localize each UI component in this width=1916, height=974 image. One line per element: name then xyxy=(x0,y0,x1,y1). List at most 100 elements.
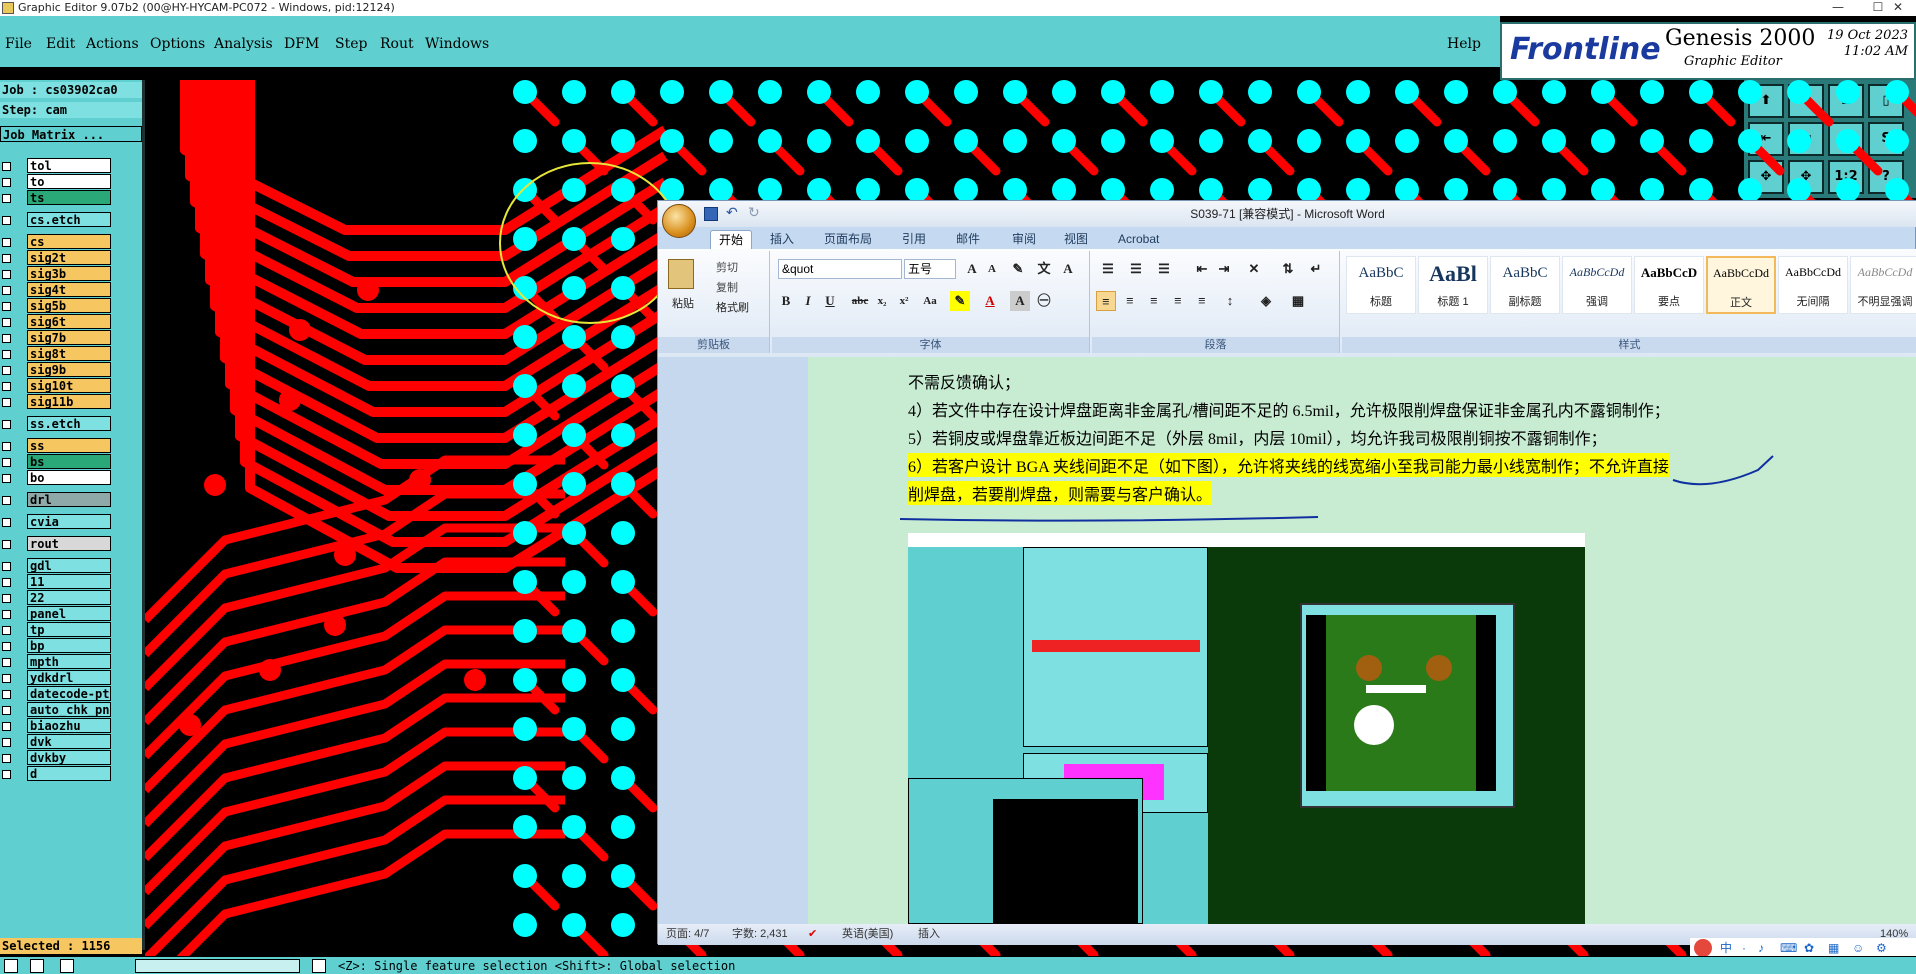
layer-row[interactable]: ss.etch xyxy=(0,416,144,432)
layer-row[interactable]: sig11b xyxy=(0,394,144,410)
layer-checkbox[interactable] xyxy=(2,194,11,203)
layer-name[interactable]: sig10t xyxy=(27,378,111,393)
status-checkbox[interactable] xyxy=(4,959,18,973)
layer-name[interactable]: sig4t xyxy=(27,282,111,297)
layer-name[interactable]: sig11b xyxy=(27,394,111,409)
job-matrix-button[interactable]: Job Matrix ... xyxy=(0,126,142,142)
style-no-spacing[interactable]: AaBbCcDd 无间隔 xyxy=(1778,256,1848,314)
layer-checkbox[interactable] xyxy=(2,770,11,779)
layer-row[interactable]: sig5b xyxy=(0,298,144,314)
layer-name[interactable]: datecode-pte xyxy=(27,686,111,701)
layer-name[interactable]: cs xyxy=(27,234,111,249)
settings-icon[interactable]: ⚙ xyxy=(1876,938,1887,958)
tab-references[interactable]: 引用 xyxy=(894,230,934,249)
line-spacing-button[interactable]: ↕ xyxy=(1220,291,1240,311)
menu-help[interactable]: Help xyxy=(1447,36,1481,52)
layer-row[interactable]: 22 xyxy=(0,590,144,606)
layer-checkbox[interactable] xyxy=(2,458,11,467)
layer-checkbox[interactable] xyxy=(2,302,11,311)
close-button[interactable]: ✕ xyxy=(1878,0,1916,16)
layer-name[interactable]: tp xyxy=(27,622,111,637)
copy-button[interactable]: 复制 xyxy=(716,279,738,295)
layer-checkbox[interactable] xyxy=(2,366,11,375)
layer-checkbox[interactable] xyxy=(2,286,11,295)
layer-row[interactable]: panel xyxy=(0,606,144,622)
layer-row[interactable]: bs xyxy=(0,454,144,470)
status-checkbox[interactable] xyxy=(312,959,326,973)
layer-checkbox[interactable] xyxy=(2,610,11,619)
style-strong[interactable]: AaBbCcD 要点 xyxy=(1634,256,1704,314)
format-painter-button[interactable]: 格式刷 xyxy=(716,299,749,315)
layer-row[interactable]: sig10t xyxy=(0,378,144,394)
menu-edit[interactable]: Edit xyxy=(46,36,75,52)
layer-name[interactable]: sig3b xyxy=(27,266,111,281)
underline-button[interactable]: U xyxy=(820,291,840,311)
style-title[interactable]: AaBbC 标题 xyxy=(1346,256,1416,314)
layer-row[interactable]: sig8t xyxy=(0,346,144,362)
phonetic-button[interactable]: 文 xyxy=(1034,259,1054,279)
layer-name[interactable]: sig5b xyxy=(27,298,111,313)
layer-checkbox[interactable] xyxy=(2,540,11,549)
layer-row[interactable]: ts xyxy=(0,190,144,206)
layer-name[interactable]: drl xyxy=(27,492,111,507)
shading-button[interactable]: ◈ xyxy=(1256,291,1276,311)
minimize-button[interactable]: — xyxy=(1818,0,1858,16)
paste-button[interactable]: 粘贴 xyxy=(672,295,694,311)
asian-layout-button[interactable]: ✕ xyxy=(1244,259,1264,279)
layer-row[interactable]: ydkdrl xyxy=(0,670,144,686)
enclose-char-button[interactable]: ㊀ xyxy=(1034,291,1054,311)
show-marks-button[interactable]: ↵ xyxy=(1306,259,1326,279)
redo-icon[interactable]: ↻ xyxy=(748,205,760,221)
layer-name[interactable]: sig9b xyxy=(27,362,111,377)
layer-checkbox[interactable] xyxy=(2,270,11,279)
layer-name[interactable]: ydkdrl xyxy=(27,670,111,685)
style-subtle-emphasis[interactable]: AaBbCcDd 不明显强调 xyxy=(1850,256,1916,314)
layer-name[interactable]: sig7b xyxy=(27,330,111,345)
layer-name[interactable]: ts xyxy=(27,190,111,205)
layer-row[interactable]: rout xyxy=(0,536,144,552)
bold-button[interactable]: B xyxy=(776,291,796,311)
menu-windows[interactable]: Windows xyxy=(425,36,489,52)
strikethrough-button[interactable]: abc xyxy=(850,291,870,311)
layer-checkbox[interactable] xyxy=(2,562,11,571)
ime-logo-icon[interactable] xyxy=(1694,939,1712,957)
layer-checkbox[interactable] xyxy=(2,626,11,635)
layer-row[interactable]: cvia xyxy=(0,514,144,530)
layer-name[interactable]: sig8t xyxy=(27,346,111,361)
layer-row[interactable]: sig9b xyxy=(0,362,144,378)
layer-row[interactable]: sig4t xyxy=(0,282,144,298)
skin-icon[interactable]: ✿ xyxy=(1804,938,1814,958)
layer-row[interactable]: bo xyxy=(0,470,144,486)
layer-row[interactable]: 11 xyxy=(0,574,144,590)
layer-row[interactable]: dvkby xyxy=(0,750,144,766)
cut-button[interactable]: 剪切 xyxy=(716,259,738,275)
layer-checkbox[interactable] xyxy=(2,318,11,327)
layer-row[interactable]: tp xyxy=(0,622,144,638)
layer-name[interactable]: sig2t xyxy=(27,250,111,265)
char-border-button[interactable]: A xyxy=(1058,259,1078,279)
tab-home[interactable]: 开始 xyxy=(710,230,753,249)
layer-name[interactable]: biaozhu xyxy=(27,718,111,733)
sort-button[interactable]: ⇅ xyxy=(1278,259,1298,279)
save-icon[interactable] xyxy=(704,207,718,221)
layer-checkbox[interactable] xyxy=(2,442,11,451)
layer-name[interactable]: to xyxy=(27,174,111,189)
menu-actions[interactable]: Actions xyxy=(86,36,139,52)
layer-checkbox[interactable] xyxy=(2,382,11,391)
menu-file[interactable]: File xyxy=(5,36,32,52)
insert-mode[interactable]: 插入 xyxy=(918,924,940,945)
layer-checkbox[interactable] xyxy=(2,658,11,667)
word-count[interactable]: 字数: 2,431 xyxy=(732,924,788,945)
coordinate-field[interactable] xyxy=(135,959,300,973)
layer-row[interactable]: auto_chk_pn xyxy=(0,702,144,718)
change-case-button[interactable]: Aa xyxy=(920,291,940,311)
menu-rout[interactable]: Rout xyxy=(380,36,414,52)
layer-row[interactable]: cs.etch xyxy=(0,212,144,228)
layer-checkbox[interactable] xyxy=(2,594,11,603)
multilevel-list-button[interactable]: ☰ xyxy=(1154,259,1174,279)
layer-name[interactable]: mpth xyxy=(27,654,111,669)
menu-dfm[interactable]: DFM xyxy=(284,36,319,52)
layer-row[interactable]: biaozhu xyxy=(0,718,144,734)
layer-name[interactable]: gdl xyxy=(27,558,111,573)
document-page[interactable]: 不需反馈确认； 4）若文件中存在设计焊盘距离非金属孔/槽间距不足的 6.5mil… xyxy=(808,357,1916,924)
